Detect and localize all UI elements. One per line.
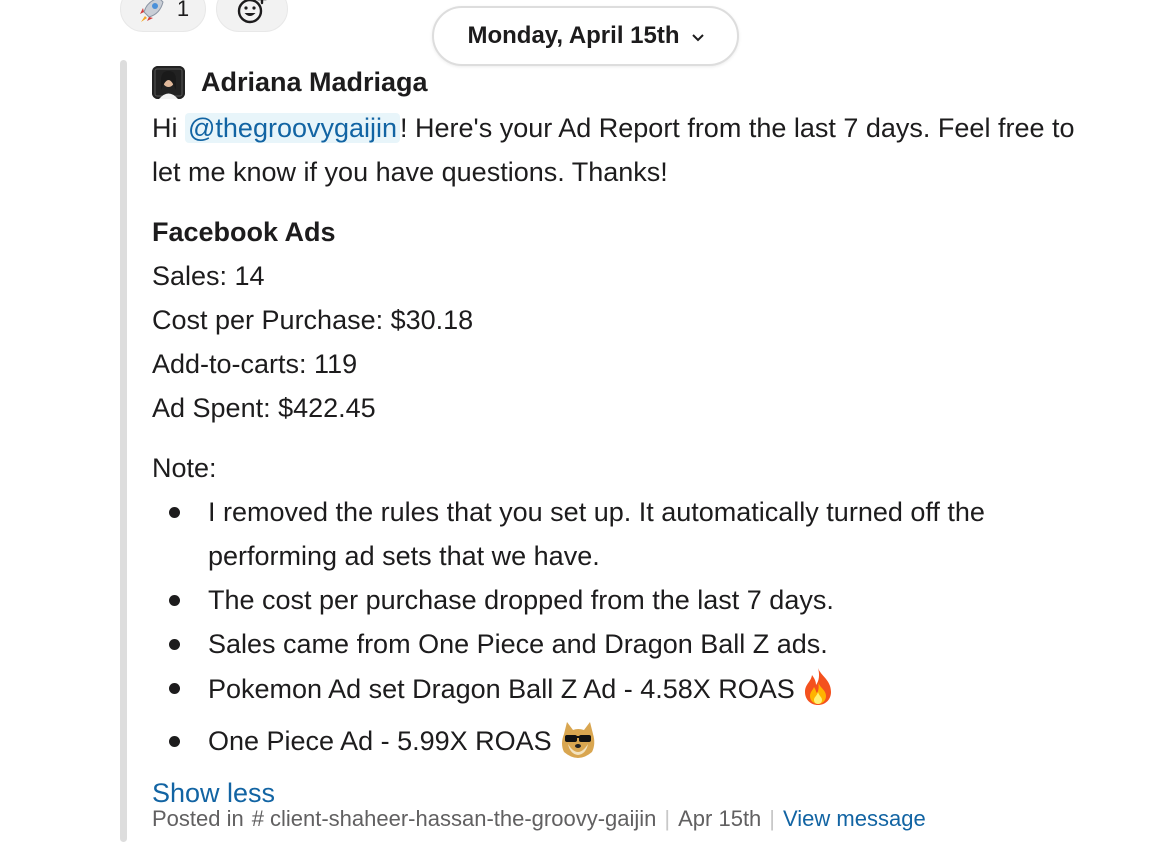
reactions-row: 1 [120, 0, 288, 32]
divider: | [769, 806, 776, 831]
note-text: I removed the rules that you set up. It … [208, 497, 985, 571]
stat-sales: Sales: 14 [152, 261, 265, 291]
stat-add-to-carts: Add-to-carts: 119 [152, 349, 358, 379]
avatar[interactable] [152, 65, 185, 99]
shared-message-quote-bar [120, 60, 127, 842]
add-reaction-button[interactable] [216, 0, 288, 32]
message-author: Adriana Madriaga [152, 63, 428, 101]
posted-in-label: Posted in [152, 806, 244, 831]
date-divider-label: Monday, April 15th [467, 22, 680, 49]
reaction-count: 1 [176, 0, 190, 21]
stat-cost-per-purchase: Cost per Purchase: $30.18 [152, 305, 474, 335]
note-text: Sales came from One Piece and Dragon Bal… [208, 629, 828, 659]
add-reaction-icon [235, 0, 269, 26]
note-text: One Piece Ad - 5.99X ROAS [208, 726, 552, 756]
list-item: Pokemon Ad set Dragon Ball Z Ad - 4.58X … [152, 666, 1102, 719]
fire-emoji [801, 666, 835, 719]
greeting-text: Hi [152, 113, 185, 143]
list-item: The cost per purchase dropped from the l… [152, 578, 1102, 622]
chevron-down-icon [691, 29, 704, 45]
list-item: One Piece Ad - 5.99X ROAS [152, 719, 1102, 771]
channel-hash-icon: # [251, 806, 264, 831]
stat-ad-spent: Ad Spent: $422.45 [152, 393, 376, 423]
list-item: Sales came from One Piece and Dragon Bal… [152, 622, 1102, 666]
section-title: Facebook Ads [152, 217, 336, 247]
notes-list: I removed the rules that you set up. It … [152, 490, 1102, 771]
list-item: I removed the rules that you set up. It … [152, 490, 1102, 578]
note-label: Note: [152, 453, 217, 483]
divider: | [664, 806, 671, 831]
user-mention[interactable]: @thegroovygaijin [185, 113, 401, 143]
greeting: Hi @thegroovygaijin! Here's your Ad Repo… [152, 106, 1102, 194]
view-message-link[interactable]: View message [783, 806, 926, 832]
rocket-icon [137, 0, 167, 24]
doge-sunglasses-emoji [558, 720, 598, 771]
message-footer: Posted in # client-shaheer-hassan-the-gr… [152, 806, 926, 832]
date-divider-button[interactable]: Monday, April 15th [432, 6, 739, 66]
note-text: Pokemon Ad set Dragon Ball Z Ad - 4.58X … [208, 674, 795, 704]
note-text: The cost per purchase dropped from the l… [208, 585, 834, 615]
post-date[interactable]: Apr 15th [678, 806, 761, 832]
author-name[interactable]: Adriana Madriaga [201, 63, 428, 101]
message-body: Hi @thegroovygaijin! Here's your Ad Repo… [152, 106, 1102, 815]
channel-link[interactable]: client-shaheer-hassan-the-groovy-gaijin [270, 806, 656, 832]
reaction-rocket[interactable]: 1 [120, 0, 206, 32]
